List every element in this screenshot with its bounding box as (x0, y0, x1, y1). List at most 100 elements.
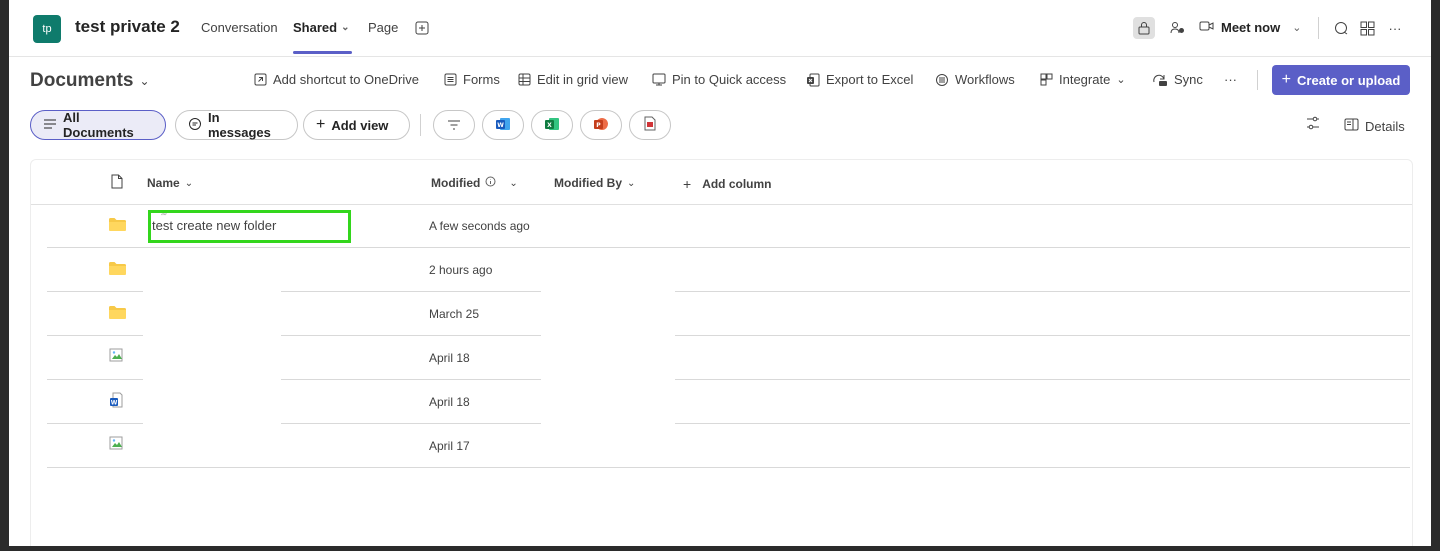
add-view-label: Add view (331, 117, 389, 133)
word-document-icon: W (109, 392, 123, 413)
more-commands-icon[interactable]: ··· (1224, 72, 1237, 87)
table-row[interactable]: April 18 (47, 336, 1410, 380)
filter-powerpoint-button[interactable]: P (580, 110, 622, 140)
folder-icon (109, 262, 126, 280)
workflows-icon (935, 73, 949, 87)
svg-text:X: X (547, 122, 552, 129)
tab-conversation[interactable]: Conversation (201, 20, 278, 35)
integrate-label: Integrate (1059, 72, 1111, 87)
column-modified-by-label: Modified By (554, 176, 622, 190)
table-row[interactable]: March 25 (47, 292, 1410, 336)
lock-icon[interactable] (1133, 17, 1155, 39)
pin-icon (652, 73, 666, 86)
svg-text:W: W (497, 122, 504, 129)
broken-image-icon (109, 436, 125, 457)
integrate-icon (1040, 73, 1053, 86)
column-modified-label: Modified (431, 176, 481, 190)
row-modified: March 25 (429, 307, 480, 321)
row-modified: 2 hours ago (429, 263, 493, 277)
create-or-upload-label: Create or upload (1297, 72, 1401, 88)
row-modified: A few seconds ago (429, 219, 530, 233)
workflows-button[interactable]: Workflows (935, 72, 1015, 87)
add-column-label: Add column (702, 177, 772, 191)
filter-pdf-button[interactable] (629, 110, 671, 140)
list-header: Name ⌄ Modified ⌄ Modified By ⌄ + Add co… (31, 160, 1412, 205)
people-settings-icon[interactable] (1167, 17, 1189, 39)
pdf-icon (644, 116, 656, 134)
table-row[interactable]: W April 18 (47, 380, 1410, 424)
chevron-down-icon: ⌄ (341, 22, 350, 33)
column-name[interactable]: Name ⌄ (147, 176, 193, 190)
documents-title[interactable]: Documents ⌄ (30, 70, 150, 92)
svg-text:W: W (111, 400, 118, 407)
meet-now-button[interactable]: Meet now ⌄ (1199, 20, 1301, 35)
plus-icon: + (683, 176, 692, 192)
column-name-label: Name (147, 176, 180, 190)
pin-quick-access-label: Pin to Quick access (672, 72, 787, 87)
table-row[interactable]: ⁗ test create new folder A few seconds a… (47, 204, 1410, 248)
add-view-button[interactable]: + Add view (303, 110, 410, 140)
team-name: test private 2 (75, 17, 180, 36)
forms-icon (444, 73, 457, 86)
broken-image-icon (109, 348, 125, 369)
edit-grid-view-label: Edit in grid view (537, 72, 629, 87)
channel-header: tp test private 2 Conversation Shared ⌄ … (9, 0, 1431, 57)
excel-icon: X (544, 116, 560, 135)
integrate-button[interactable]: Integrate ⌄ (1040, 72, 1126, 87)
svg-text:P: P (596, 122, 601, 129)
plus-square-icon[interactable] (411, 17, 433, 39)
sync-button[interactable]: Sync (1152, 72, 1203, 87)
highlight-box (148, 210, 351, 243)
more-options-icon[interactable]: ··· (1384, 17, 1406, 39)
tab-page[interactable]: Page (368, 20, 398, 35)
add-shortcut-button[interactable]: Add shortcut to OneDrive (254, 72, 419, 87)
chevron-down-icon: ⌄ (1116, 74, 1126, 86)
info-panel-icon (1344, 118, 1359, 134)
powerpoint-icon: P (593, 116, 609, 135)
tab-shared-label: Shared (293, 20, 338, 35)
column-modified[interactable]: Modified ⌄ (431, 176, 518, 190)
table-row[interactable]: April 17 (47, 424, 1410, 468)
info-icon (485, 176, 496, 190)
view-all-documents-label: All Documents (63, 110, 134, 140)
teams-window: tp test private 2 Conversation Shared ⌄ … (9, 0, 1431, 546)
workflows-label: Workflows (955, 72, 1015, 87)
table-row[interactable]: 2 hours ago (47, 248, 1410, 292)
details-button[interactable]: Details (1344, 118, 1405, 134)
filter-word-button[interactable]: W (482, 110, 524, 140)
grid-icon (518, 73, 531, 86)
filter-button[interactable] (433, 110, 475, 140)
view-all-documents[interactable]: All Documents (30, 110, 166, 140)
team-avatar[interactable]: tp (33, 15, 61, 43)
row-modified: April 18 (429, 395, 470, 409)
view-options-icon[interactable] (1305, 115, 1321, 136)
video-camera-icon (1199, 20, 1215, 35)
view-in-messages-label: In messages (208, 110, 271, 140)
chat-icon[interactable] (1330, 17, 1352, 39)
chevron-down-icon: ⌄ (1292, 22, 1302, 34)
add-column-button[interactable]: + Add column (683, 176, 772, 192)
documents-title-label: Documents (30, 70, 134, 91)
row-modified: April 18 (429, 351, 470, 365)
apps-icon[interactable] (1356, 17, 1378, 39)
pin-quick-access-button[interactable]: Pin to Quick access (652, 72, 786, 87)
edit-grid-view-button[interactable]: Edit in grid view (518, 72, 628, 87)
details-label: Details (1365, 118, 1405, 134)
export-excel-button[interactable]: Export to Excel (806, 72, 913, 87)
row-divider (47, 467, 1410, 468)
list-icon (43, 118, 57, 133)
add-shortcut-label: Add shortcut to OneDrive (273, 72, 419, 87)
column-modified-by[interactable]: Modified By ⌄ (554, 176, 635, 190)
forms-button[interactable]: Forms (444, 72, 500, 87)
view-in-messages[interactable]: In messages (175, 110, 298, 140)
shortcut-icon (254, 73, 267, 86)
create-or-upload-button[interactable]: + Create or upload (1272, 65, 1410, 95)
tab-shared[interactable]: Shared ⌄ (293, 20, 349, 35)
views-divider (420, 114, 421, 136)
chevron-down-icon: ⌄ (627, 177, 636, 189)
chat-bubble-icon (188, 117, 202, 134)
document-library-list: Name ⌄ Modified ⌄ Modified By ⌄ + Add co… (30, 159, 1413, 546)
filter-excel-button[interactable]: X (531, 110, 573, 140)
export-excel-label: Export to Excel (826, 72, 914, 87)
file-type-icon[interactable] (111, 174, 123, 194)
